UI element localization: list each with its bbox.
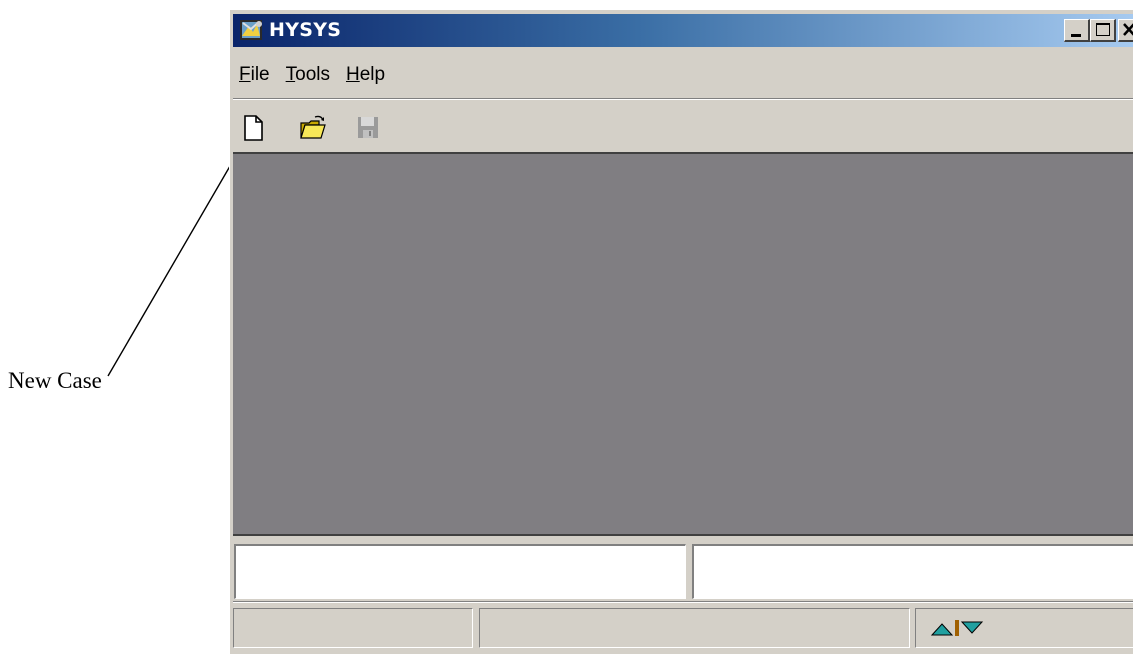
close-button[interactable] — [1118, 19, 1133, 42]
hysys-app-icon[interactable] — [239, 18, 265, 42]
open-folder-icon — [300, 115, 326, 139]
status-cell-3 — [915, 608, 1133, 648]
save-disk-icon — [358, 117, 378, 138]
maximize-icon — [1096, 23, 1110, 36]
hysys-window: HYSYS File Tools Help — [229, 9, 1133, 654]
callout-label-new-case: New Case — [8, 368, 102, 393]
window-title: HYSYS — [269, 19, 342, 41]
callout-arrow-line — [107, 141, 245, 377]
minimize-button[interactable] — [1064, 19, 1090, 42]
workspace-area[interactable] — [233, 154, 1133, 534]
status-divider — [233, 601, 1133, 603]
status-cell-1 — [233, 608, 473, 648]
menu-help[interactable]: Help — [340, 62, 395, 88]
toolbar — [233, 100, 1133, 152]
close-icon — [1123, 23, 1133, 36]
new-document-icon — [244, 115, 263, 141]
message-panel-right[interactable] — [692, 544, 1133, 599]
save-case-button[interactable] — [355, 114, 383, 142]
status-cell-2 — [479, 608, 910, 648]
minimize-icon — [1071, 34, 1081, 37]
maximize-button[interactable] — [1090, 19, 1116, 42]
open-case-button[interactable] — [299, 114, 327, 142]
menu-bar: File Tools Help — [233, 62, 395, 88]
workspace-divider — [233, 534, 1133, 536]
message-panel-left[interactable] — [234, 544, 686, 599]
title-bar[interactable]: HYSYS — [233, 14, 1133, 47]
up-down-arrows-icon[interactable] — [930, 619, 990, 637]
new-case-button[interactable] — [239, 114, 267, 142]
menu-file[interactable]: File — [233, 62, 280, 88]
menu-tools[interactable]: Tools — [280, 62, 340, 88]
